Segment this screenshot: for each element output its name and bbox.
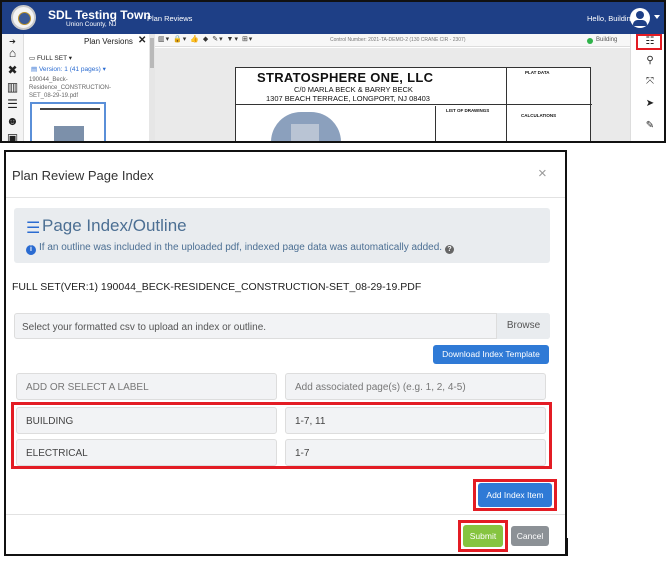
sheet-owner: C/0 MARLA BECK & BARRY BECK [294, 85, 413, 94]
modal-footer-divider [6, 514, 565, 515]
version-pages: (41 pages) [69, 66, 101, 73]
thumbnail-building [54, 126, 84, 141]
browse-button[interactable]: Browse [496, 313, 550, 339]
plat-data-label: PLAT DATA [525, 70, 550, 75]
sheet-thumbnail[interactable] [30, 102, 106, 141]
viewer-toolbar: ▥▾ 🔒▾ 👍 ◆ ✎▾ ▼▾ ⊞▾ Control Number: 2021-… [155, 34, 630, 47]
toolbar-icon-group[interactable]: ▥▾ 🔒▾ 👍 ◆ ✎▾ ▼▾ ⊞▾ [158, 35, 253, 43]
full-set-label: FULL SET [36, 55, 67, 62]
label-select[interactable]: ADD OR SELECT A LABEL [16, 373, 277, 400]
drawings-list-label: LIST OF DRAWINGS [446, 108, 490, 113]
csv-upload-field[interactable]: Select your formatted csv to upload an i… [14, 313, 550, 339]
info-text: If an outline was included in the upload… [39, 242, 443, 253]
help-icon[interactable]: ? [445, 245, 455, 254]
text-cursor-mark [567, 538, 568, 556]
county-name: Union County, NJ [66, 21, 117, 28]
sheet-address: 1307 BEACH TERRACE, LONGPORT, NJ 08403 [266, 94, 430, 103]
plan-sheet: STRATOSPHERE ONE, LLC C/0 MARLA BECK & B… [235, 67, 592, 141]
submit-button[interactable]: Submit [463, 525, 503, 547]
calculations-label: CALCULATIONS [521, 113, 557, 118]
tools-icon[interactable]: ✖ [5, 64, 20, 76]
info-icon: i [26, 245, 36, 255]
pages-input[interactable]: Add associated page(s) (e.g. 1, 2, 4-5) [285, 373, 546, 400]
town-name: SDL Testing Town [48, 8, 151, 22]
modal-header-divider [6, 197, 565, 198]
left-icon-rail: ➔ ⌂ ✖ ▥ ☰ ☻ ▣ [2, 34, 24, 141]
list-icon: ☰ [26, 220, 41, 237]
version-label: Version: 1 [38, 66, 68, 73]
right-tool-rail: ☷ ⚲ ⤧ ➤ ✎ [630, 34, 664, 141]
home-icon[interactable]: ⌂ [5, 47, 20, 59]
list-outline-icon[interactable]: ☷ [643, 35, 657, 49]
pointer-icon[interactable]: ➤ [643, 97, 657, 111]
users-icon[interactable]: ☻ [5, 115, 20, 127]
town-seal-logo [11, 5, 36, 30]
index-row-label-building[interactable]: BUILDING [16, 407, 277, 434]
modal-title: Plan Review Page Index [12, 168, 154, 183]
info-heading: Page Index/Outline [42, 216, 187, 235]
user-avatar-icon[interactable] [630, 8, 650, 28]
info-text-line: i If an outline was included in the uploa… [26, 242, 455, 255]
pencil-icon[interactable]: ✎ [643, 119, 657, 133]
full-set-filename: FULL SET(VER:1) 190044_BECK-RESIDENCE_CO… [12, 281, 422, 293]
panel-close-icon[interactable]: ✕ [138, 35, 146, 46]
page-index-modal: Plan Review Page Index × ☰ Page Index/Ou… [4, 150, 567, 556]
thumbnail-title-line [40, 108, 100, 110]
cancel-button[interactable]: Cancel [511, 526, 549, 546]
add-index-item-button[interactable]: Add Index Item [478, 483, 552, 507]
list-icon[interactable]: ☰ [5, 98, 20, 110]
file-name: 190044_Beck-Residence_CONSTRUCTION-SET_0… [29, 77, 112, 99]
user-greeting: Hello, Building [587, 14, 635, 23]
full-set-toggle[interactable]: ▭ FULL SET ▾ [29, 54, 72, 62]
modal-close-icon[interactable]: × [538, 165, 547, 182]
top-navbar: SDL Testing Town Union County, NJ Plan R… [2, 2, 664, 34]
search-icon[interactable]: ⚲ [643, 54, 657, 68]
version-select[interactable]: ▤ Version: 1 (41 pages) ▾ [31, 65, 106, 73]
control-number: Control Number: 2021-TA-DEMO-2 (130 CRAN… [330, 37, 466, 43]
index-row-pages-electrical[interactable]: 1-7 [285, 439, 546, 466]
upload-placeholder: Select your formatted csv to upload an i… [22, 322, 267, 333]
index-row-pages-building[interactable]: 1-7, 11 [285, 407, 546, 434]
plat-data-block: PLAT DATA CALCULATIONS [506, 68, 592, 141]
image-icon[interactable]: ▣ [5, 132, 20, 141]
document-viewer[interactable]: STRATOSPHERE ONE, LLC C/0 MARLA BECK & B… [155, 48, 630, 141]
expand-icon[interactable]: ⤧ [643, 75, 657, 89]
info-panel: ☰ Page Index/Outline i If an outline was … [14, 208, 550, 263]
plan-versions-panel: Plan Versions ✕ ▭ FULL SET ▾ ▤ Version: … [24, 34, 149, 141]
book-icon[interactable]: ▥ [5, 81, 20, 93]
panel-title: Plan Versions [84, 37, 133, 46]
sheet-title: STRATOSPHERE ONE, LLC [257, 70, 434, 85]
download-template-button[interactable]: Download Index Template [433, 345, 549, 364]
drawings-list: LIST OF DRAWINGS [435, 106, 505, 141]
plan-reviews-link[interactable]: Plan Reviews [147, 14, 192, 23]
status-dot-icon [587, 38, 593, 44]
user-menu-caret-icon[interactable] [654, 15, 660, 19]
index-row-label-electrical[interactable]: ELECTRICAL [16, 439, 277, 466]
status-select[interactable]: Building [596, 37, 617, 43]
house-rendering [271, 112, 341, 141]
plan-review-app-screenshot: SDL Testing Town Union County, NJ Plan R… [0, 0, 666, 143]
